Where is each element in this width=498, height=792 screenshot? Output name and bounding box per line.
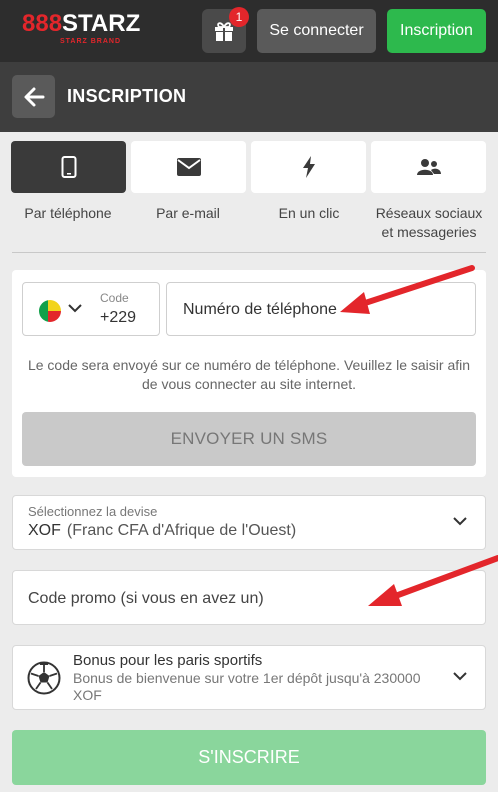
lightning-icon <box>302 156 315 178</box>
users-icon <box>416 159 441 175</box>
notification-badge: 1 <box>229 7 249 27</box>
code-value: +229 <box>100 309 137 326</box>
smartphone-icon <box>61 156 76 178</box>
chevron-down-icon <box>68 304 82 313</box>
top-bar: 888STARZ STARZ BRAND 1 Se connecter Insc… <box>0 0 498 62</box>
brand-logo[interactable]: 888STARZ STARZ BRAND <box>22 10 140 48</box>
soccer-ball-icon <box>27 661 61 695</box>
tab-one-click[interactable] <box>251 141 366 193</box>
chevron-down-icon <box>453 672 467 681</box>
tab-phone-label: Par téléphone <box>24 205 112 221</box>
country-code-select[interactable]: Code +229 <box>22 282 160 336</box>
tab-social-label: Réseaux sociaux et messageries <box>375 205 483 240</box>
currency-name: (Franc CFA d'Afrique de l'Ouest) <box>66 522 297 539</box>
tab-email-label: Par e-mail <box>156 205 220 221</box>
arrow-left-icon <box>24 87 45 107</box>
tab-one-click-label: En un clic <box>278 205 340 221</box>
logo-tagline: STARZ BRAND <box>60 38 122 45</box>
currency-code: XOF <box>28 522 61 539</box>
back-button[interactable] <box>12 75 55 118</box>
code-label: Code <box>100 291 129 305</box>
currency-label: Sélectionnez la devise <box>28 504 158 519</box>
login-button[interactable]: Se connecter <box>257 9 376 53</box>
envelope-icon <box>176 158 201 176</box>
logo-wordmark: 888STARZ <box>22 10 141 37</box>
bonus-select[interactable]: Bonus pour les paris sportifs Bonus de b… <box>12 645 486 710</box>
benin-flag-icon <box>39 300 61 322</box>
currency-select[interactable]: Sélectionnez la devise XOF (Franc CFA d'A… <box>12 495 486 550</box>
register-button[interactable]: S'INSCRIRE <box>12 730 486 785</box>
signup-button[interactable]: Inscription <box>387 9 486 53</box>
currency-value: XOF (Franc CFA d'Afrique de l'Ouest) <box>28 522 296 540</box>
page-title: INSCRIPTION <box>67 86 187 106</box>
divider <box>12 252 486 253</box>
chevron-down-icon <box>453 517 467 526</box>
bonus-description: Bonus de bienvenue sur votre 1er dépôt j… <box>73 670 421 703</box>
tab-social[interactable] <box>371 141 486 193</box>
tab-phone[interactable] <box>11 141 126 193</box>
sms-hint-text: Le code sera envoyé sur ce numéro de tél… <box>27 357 471 392</box>
send-sms-button[interactable]: ENVOYER UN SMS <box>22 412 476 466</box>
annotation-arrow-icon <box>340 265 475 314</box>
phone-number-placeholder: Numéro de téléphone <box>183 301 337 318</box>
tab-email[interactable] <box>131 141 246 193</box>
title-bar: INSCRIPTION <box>0 62 498 132</box>
promo-code-placeholder: Code promo (si vous en avez un) <box>28 590 264 607</box>
bonus-title: Bonus pour les paris sportifs <box>73 652 263 669</box>
annotation-arrow-icon <box>368 555 498 606</box>
